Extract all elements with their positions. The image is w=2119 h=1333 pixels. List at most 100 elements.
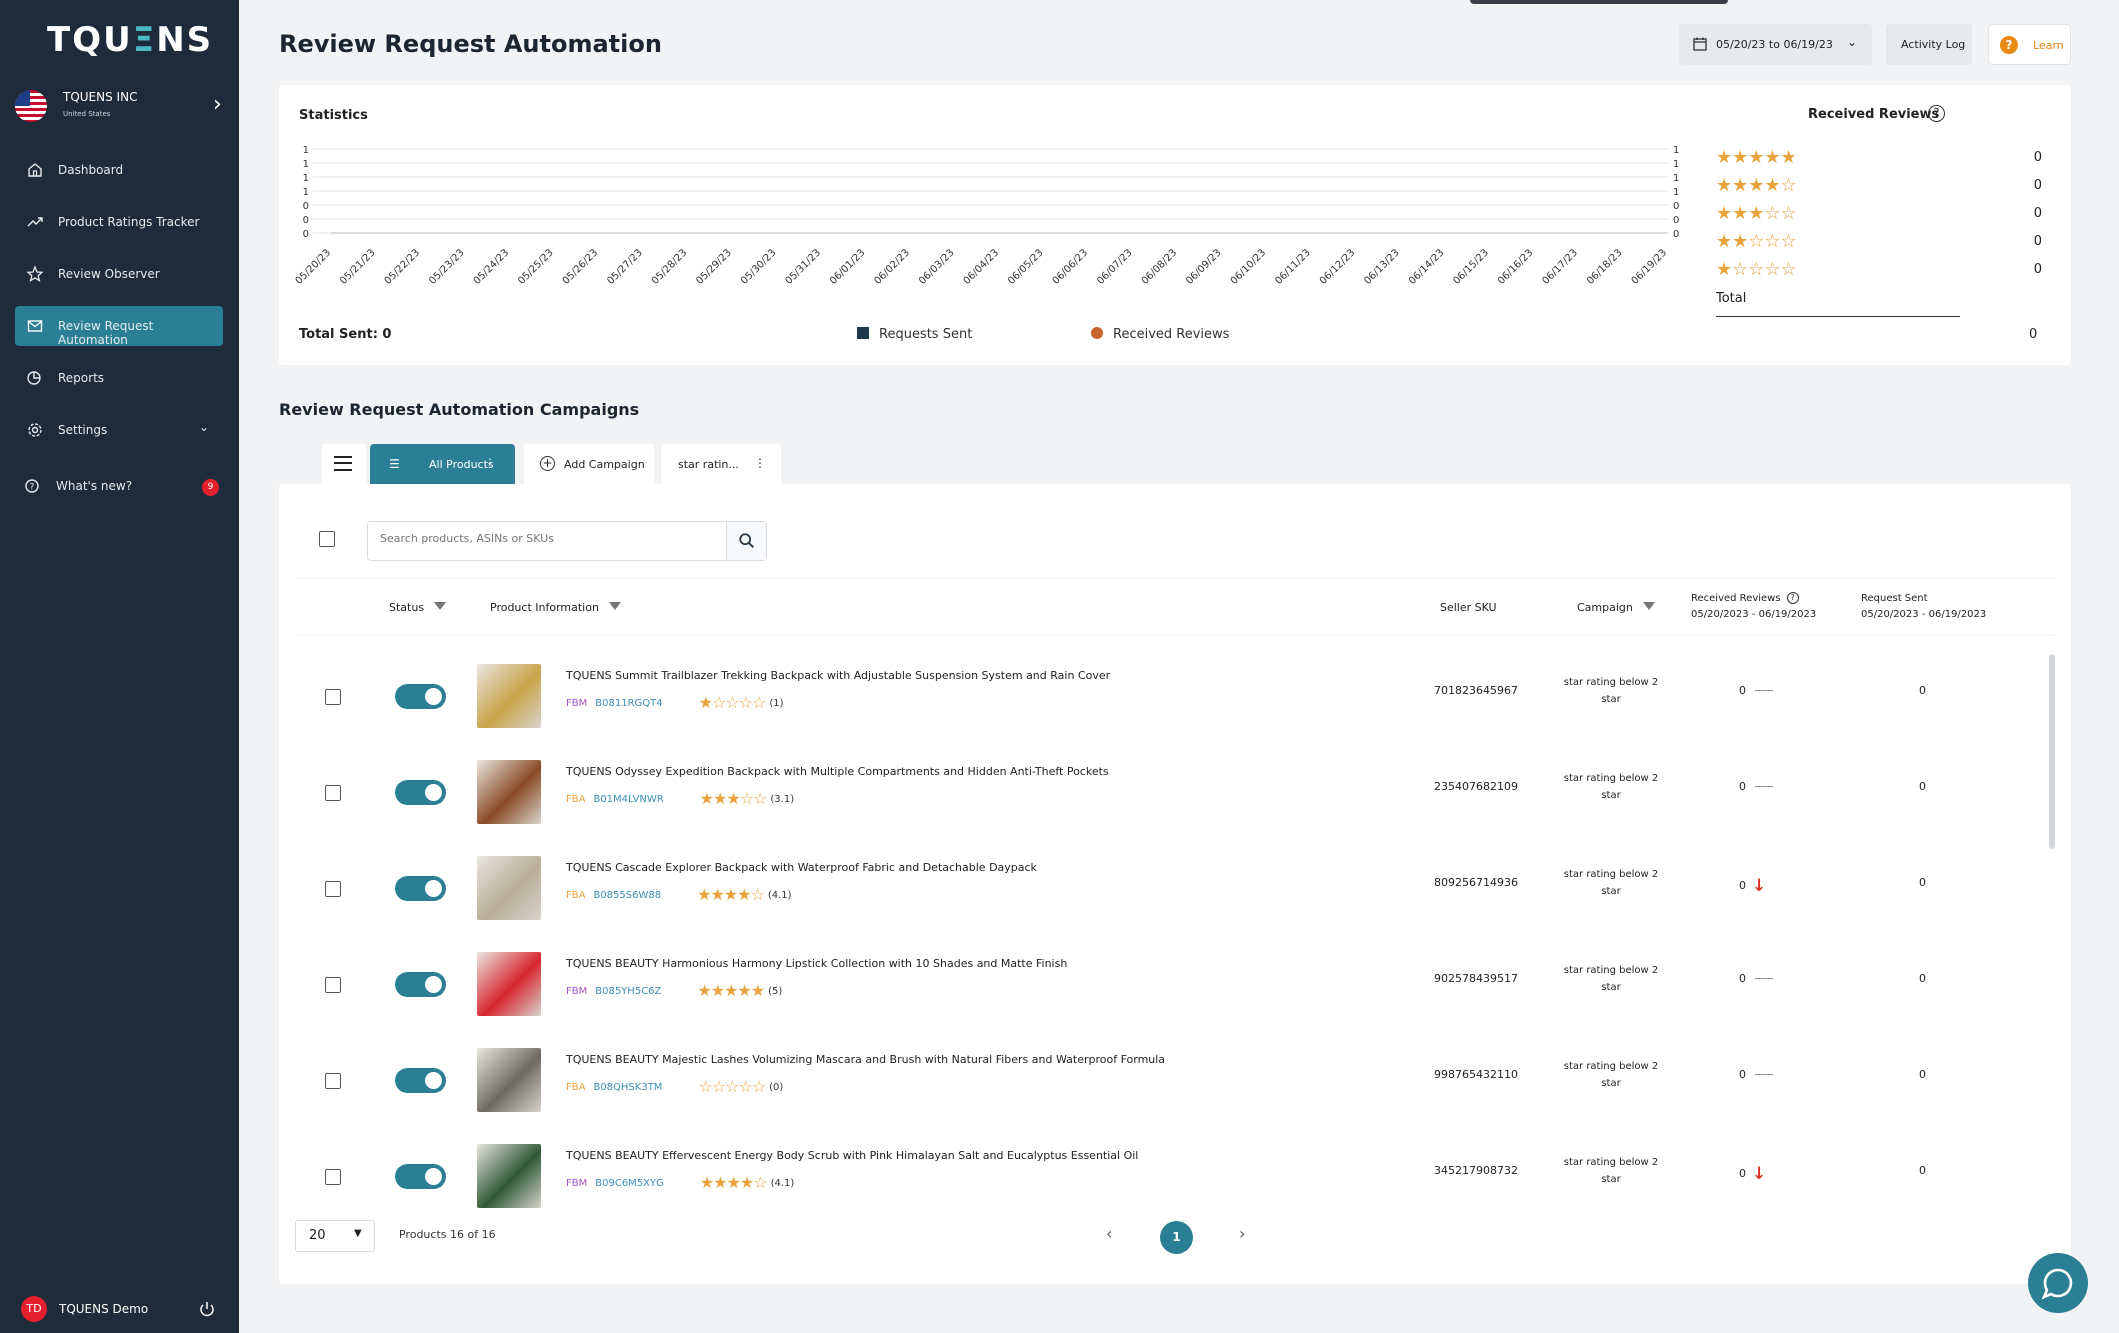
chat-button[interactable]	[2028, 1253, 2088, 1313]
legend-received-reviews[interactable]: Received Reviews	[1091, 327, 1229, 342]
brand-logo[interactable]: TQUΞNS	[47, 20, 213, 60]
product-thumbnail[interactable]	[477, 664, 541, 728]
tabs-menu-button[interactable]	[322, 444, 366, 484]
sidebar-item-whats-new[interactable]: ? What's new? 9	[15, 466, 223, 506]
rating-value: (4.1)	[770, 1178, 795, 1189]
col-seller-sku: Seller SKU	[1440, 601, 1497, 614]
product-thumbnail[interactable]	[477, 952, 541, 1016]
page-size-select[interactable]: 20 ▼	[295, 1220, 375, 1252]
activity-log-button[interactable]: Activity Log	[1886, 24, 1972, 65]
date-range-picker[interactable]: 05/20/23 to 06/19/23 ⌄	[1679, 24, 1872, 65]
col-product-information[interactable]: Product Information	[490, 601, 621, 614]
product-meta: FBM B09C6M5XYG ★★★★☆ (4.1)	[566, 1173, 794, 1192]
product-thumbnail[interactable]	[477, 1144, 541, 1208]
sidebar-item-settings[interactable]: Settings ⌄	[15, 410, 223, 450]
rating-value: (5)	[768, 986, 783, 997]
next-page-button[interactable]: ›	[1239, 1224, 1245, 1243]
legend-requests-sent[interactable]: Requests Sent	[857, 327, 972, 342]
user-profile[interactable]: TD TQUENS Demo	[21, 1296, 221, 1322]
search-button[interactable]	[726, 522, 766, 560]
fulfillment-badge: FBM	[566, 1178, 588, 1189]
product-thumbnail[interactable]	[477, 856, 541, 920]
total-value: 0	[2029, 327, 2038, 342]
product-thumbnail[interactable]	[477, 1048, 541, 1112]
row-checkbox[interactable]	[325, 1073, 341, 1089]
x-tick-label: 05/26/23	[561, 247, 601, 287]
page-button-current[interactable]: 1	[1160, 1221, 1193, 1254]
tab-star-rating[interactable]: star ratin... ⋮	[661, 444, 781, 484]
rating-count: 0	[2033, 262, 2042, 277]
row-checkbox[interactable]	[325, 689, 341, 705]
filter-icon[interactable]	[608, 602, 621, 610]
more-vertical-icon[interactable]: ⋮	[754, 456, 766, 470]
help-icon[interactable]: ?	[1928, 105, 1945, 122]
x-tick-label: 05/25/23	[516, 247, 556, 287]
help-icon[interactable]: ?	[1786, 592, 1799, 604]
row-checkbox[interactable]	[325, 1169, 341, 1185]
status-toggle[interactable]	[395, 876, 446, 901]
account-switcher[interactable]: TQUENS INC United States ›	[15, 88, 225, 124]
toggle-knob	[425, 880, 442, 897]
product-name[interactable]: TQUENS Cascade Explorer Backpack with Wa…	[566, 861, 1037, 874]
sidebar-item-label: Review Request Automation	[58, 319, 154, 347]
x-tick-label: 05/24/23	[472, 247, 512, 287]
product-name[interactable]: TQUENS Odyssey Expedition Backpack with …	[566, 765, 1109, 778]
arrow-down-icon: ↓	[1752, 1164, 1767, 1184]
y-tick-label-left: 0	[303, 215, 309, 226]
sidebar-item-review-request-automation[interactable]: Review Request Automation	[15, 306, 223, 347]
home-icon	[28, 163, 42, 177]
filter-icon[interactable]	[1642, 602, 1655, 610]
row-checkbox[interactable]	[325, 881, 341, 897]
x-tick-label: 05/22/23	[383, 247, 423, 287]
campaign-name: star rating below 2 star	[1563, 677, 1659, 705]
status-toggle[interactable]	[395, 1068, 446, 1093]
prev-page-button[interactable]: ‹	[1106, 1224, 1112, 1243]
x-tick-label: 06/14/23	[1407, 247, 1447, 287]
statistics-title: Statistics	[299, 108, 368, 123]
asin-link[interactable]: B08QHSK3TM	[593, 1082, 662, 1093]
received-reviews-value: 0	[1739, 972, 1773, 985]
x-tick-label: 06/19/23	[1630, 247, 1670, 287]
col-status[interactable]: Status	[389, 601, 447, 614]
sidebar-item-review-observer[interactable]: Review Observer	[15, 254, 223, 294]
sidebar-item-dashboard[interactable]: Dashboard	[15, 150, 223, 190]
avatar: TD	[21, 1296, 47, 1322]
rating-value: (3.1)	[770, 794, 795, 805]
tab-all-products[interactable]: ☰ All Products ⋮	[370, 444, 515, 484]
sidebar-item-product-ratings-tracker[interactable]: Product Ratings Tracker	[15, 202, 223, 242]
search-input[interactable]	[380, 532, 720, 545]
y-tick-label-right: 0	[1673, 201, 1679, 212]
col-campaign[interactable]: Campaign	[1577, 601, 1655, 614]
y-tick-label-left: 1	[303, 173, 309, 184]
more-vertical-icon[interactable]: ⋮	[484, 456, 496, 470]
status-toggle[interactable]	[395, 684, 446, 709]
asin-link[interactable]: B09C6M5XYG	[595, 1178, 664, 1189]
arrow-down-icon: ↓	[1752, 876, 1767, 896]
status-toggle[interactable]	[395, 780, 446, 805]
tab-add-campaign[interactable]: + Add Campaign	[524, 444, 654, 484]
divider	[295, 635, 2055, 636]
power-icon[interactable]	[197, 1299, 217, 1319]
product-name[interactable]: TQUENS BEAUTY Effervescent Energy Body S…	[566, 1149, 1138, 1162]
asin-link[interactable]: B0811RGQT4	[595, 698, 662, 709]
row-checkbox[interactable]	[325, 977, 341, 993]
status-toggle[interactable]	[395, 1164, 446, 1189]
learn-button[interactable]: ? Learn	[1988, 24, 2071, 65]
select-all-checkbox[interactable]	[319, 531, 335, 547]
filter-icon[interactable]	[434, 602, 447, 610]
product-name[interactable]: TQUENS Summit Trailblazer Trekking Backp…	[566, 669, 1110, 682]
sidebar-item-reports[interactable]: Reports	[15, 358, 223, 398]
rating-row-2: ★★☆☆☆ 0	[1716, 231, 2042, 252]
product-thumbnail[interactable]	[477, 760, 541, 824]
product-name[interactable]: TQUENS BEAUTY Majestic Lashes Volumizing…	[566, 1053, 1165, 1066]
scrollbar[interactable]	[2049, 654, 2055, 849]
status-toggle[interactable]	[395, 972, 446, 997]
asin-link[interactable]: B085YH5C6Z	[595, 986, 661, 997]
x-tick-label: 06/10/23	[1229, 247, 1269, 287]
x-tick-label: 06/18/23	[1585, 247, 1625, 287]
chevron-down-icon: ⌄	[198, 420, 209, 434]
row-checkbox[interactable]	[325, 785, 341, 801]
product-name[interactable]: TQUENS BEAUTY Harmonious Harmony Lipstic…	[566, 957, 1067, 970]
asin-link[interactable]: B0855S6W88	[593, 890, 661, 901]
asin-link[interactable]: B01M4LVNWR	[593, 794, 663, 805]
